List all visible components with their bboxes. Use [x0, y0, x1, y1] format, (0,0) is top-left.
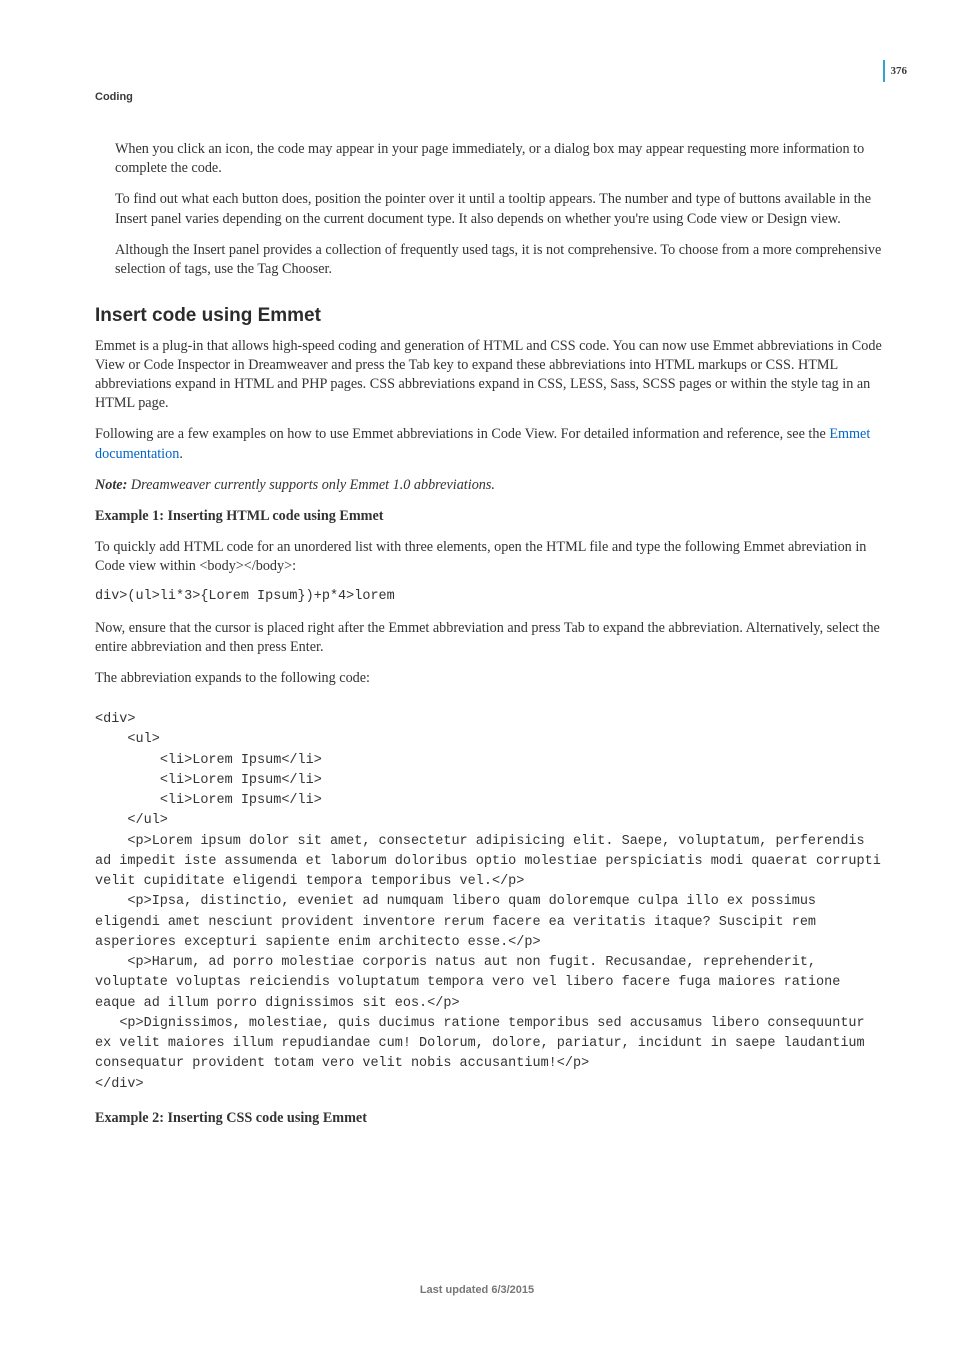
example1-p2: Now, ensure that the cursor is placed ri… — [95, 619, 884, 657]
example1-p3: The abbreviation expands to the followin… — [95, 669, 884, 688]
example1-title: Example 1: Inserting HTML code using Emm… — [95, 507, 884, 526]
example1-p1: To quickly add HTML code for an unordere… — [95, 538, 884, 576]
page-number: 376 — [883, 60, 908, 82]
intro-p1: When you click an icon, the code may app… — [115, 140, 884, 178]
emmet-p2: Following are a few examples on how to u… — [95, 425, 884, 463]
note-label: Note: — [95, 477, 131, 493]
running-header: Coding — [95, 90, 907, 105]
intro-p3: Although the Insert panel provides a col… — [115, 241, 884, 279]
note-body: Dreamweaver currently supports only Emme… — [131, 477, 495, 493]
intro-p2: To find out what each button does, posit… — [115, 190, 884, 228]
emmet-p1: Emmet is a plug-in that allows high-spee… — [95, 337, 884, 414]
intro-block: When you click an icon, the code may app… — [95, 140, 884, 279]
page: 376 Coding When you click an icon, the c… — [0, 0, 954, 1350]
emmet-p2-b: . — [179, 446, 183, 462]
emmet-note: Note: Dreamweaver currently supports onl… — [95, 476, 884, 495]
example2-title: Example 2: Inserting CSS code using Emme… — [95, 1109, 884, 1128]
emmet-heading: Insert code using Emmet — [95, 303, 884, 329]
example1-abbrev: div>(ul>li*3>{Lorem Ipsum})+p*4>lorem — [95, 588, 884, 606]
example1-output: <div> <ul> <li>Lorem Ipsum</li> <li>Lore… — [95, 710, 884, 1095]
page-content: When you click an icon, the code may app… — [95, 140, 884, 1140]
emmet-p2-a: Following are a few examples on how to u… — [95, 426, 829, 442]
footer-updated: Last updated 6/3/2015 — [0, 1283, 954, 1298]
section-name: Coding — [95, 90, 133, 105]
